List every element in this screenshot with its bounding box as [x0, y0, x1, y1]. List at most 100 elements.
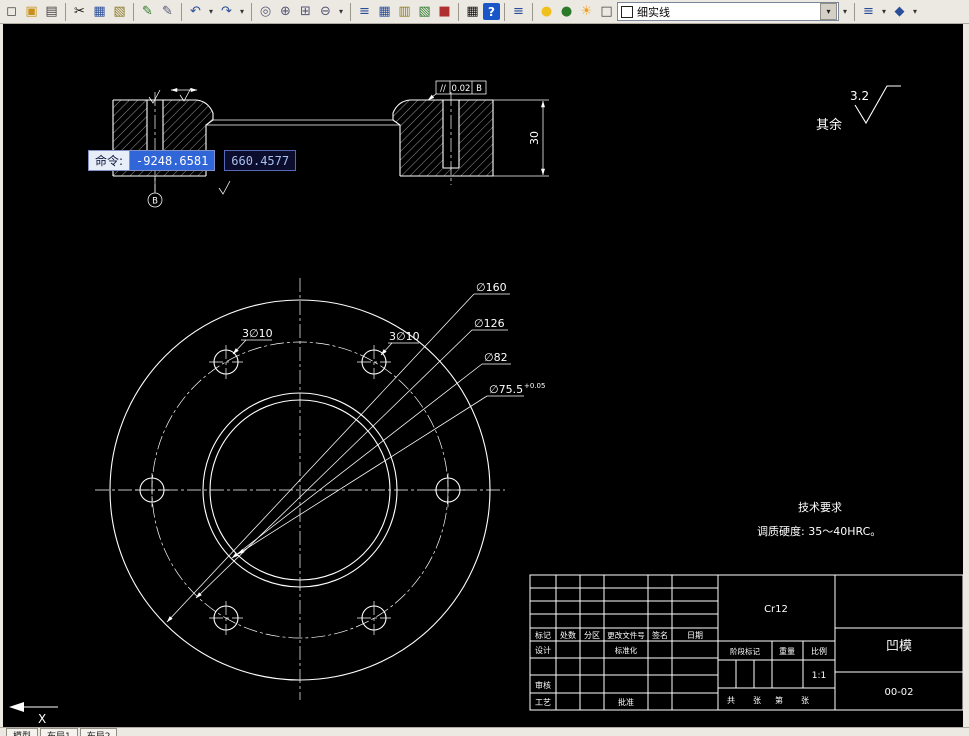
redo-icon[interactable]: ↷: [217, 2, 236, 21]
tech-requirements: 技术要求 调质硬度: 35～40HRC。: [757, 501, 881, 538]
layer-states-icon[interactable]: ≡: [859, 2, 878, 21]
zoom-window-icon[interactable]: ⊞: [296, 2, 315, 21]
open-file-icon[interactable]: ▣: [22, 2, 41, 21]
tb-rev-count: 处数: [560, 630, 576, 640]
dim-d126: ∅126: [474, 317, 505, 330]
tech-req-title: 技术要求: [798, 501, 842, 514]
toolbar-separator: [350, 2, 351, 21]
dynamic-input-tooltip: 命令: -9248.6581 660.4577: [88, 150, 297, 171]
tb-part-name: 凹模: [886, 639, 912, 654]
tolerance-value: 0.02: [452, 84, 471, 94]
match-properties-icon[interactable]: ✎: [138, 2, 157, 21]
zoom-previous-icon[interactable]: ⊖: [316, 2, 335, 21]
undo-caret-icon[interactable]: ▾: [206, 2, 216, 21]
dim-d82: ∅82: [484, 351, 508, 364]
tb-rev-mark: 标记: [535, 630, 551, 640]
layout-tabs: 模型 布局1 布局2: [0, 727, 969, 736]
toolbar-separator: [251, 2, 252, 21]
datum-label: B: [152, 197, 158, 207]
linetype-dropdown-caret-icon[interactable]: ▾: [820, 3, 837, 20]
tb-weight: 重量: [779, 646, 795, 656]
tab-layout1[interactable]: 布局1: [40, 728, 78, 736]
drawing-canvas[interactable]: B // 0.02 B 30 ∅160 ∅126 ∅82 ∅75.5 +0.05…: [3, 24, 963, 727]
command-x-input[interactable]: -9248.6581: [130, 150, 216, 171]
layers-icon[interactable]: ≡: [355, 2, 374, 21]
drawing-svg: B // 0.02 B 30 ∅160 ∅126 ∅82 ∅75.5 +0.05…: [9, 80, 963, 726]
new-file-icon[interactable]: ◻: [2, 2, 21, 21]
section-view: B // 0.02 B 30: [112, 80, 549, 208]
publish-caret-icon[interactable]: ▾: [910, 2, 920, 21]
surface-finish-rest: 其余: [816, 117, 842, 133]
tb-process: 工艺: [535, 698, 551, 707]
zoom-caret-icon[interactable]: ▾: [336, 2, 346, 21]
toolbox-icon[interactable]: ■: [435, 2, 454, 21]
thickness-dimension: 30: [493, 99, 549, 177]
dim-holes-right: 3∅10: [389, 330, 420, 343]
publish-icon[interactable]: ◆: [890, 2, 909, 21]
thickness-label: 30: [528, 131, 541, 145]
hole-callouts: 3∅10 3∅10: [232, 327, 420, 356]
tab-model[interactable]: 模型: [6, 728, 39, 736]
table-icon[interactable]: ▦: [463, 2, 482, 21]
layer-color-icon[interactable]: □: [597, 2, 616, 21]
tb-rev-date: 日期: [687, 631, 703, 640]
undo-icon[interactable]: ↶: [186, 2, 205, 21]
tb-rev-sign: 签名: [652, 630, 668, 640]
linetype-combo[interactable]: 细实线 ▾: [617, 2, 839, 21]
paste-icon[interactable]: ▧: [110, 2, 129, 21]
toolbar-separator: [504, 2, 505, 21]
layer-states-caret-icon[interactable]: ▾: [879, 2, 889, 21]
tb-sheet-total-label: 共: [727, 696, 735, 705]
plot-icon[interactable]: ▤: [42, 2, 61, 21]
properties-icon[interactable]: ▥: [395, 2, 414, 21]
tech-req-line1: 调质硬度: 35～40HRC。: [757, 524, 881, 538]
plan-view: ∅160 ∅126 ∅82 ∅75.5 +0.05 3∅10 3∅10: [95, 278, 545, 700]
tb-material: Cr12: [764, 604, 788, 615]
command-y-input[interactable]: 660.4577: [224, 150, 297, 171]
tb-sheet-no-label: 第: [775, 695, 783, 705]
linetype-swatch-icon: [621, 5, 633, 18]
dim-d755: ∅75.5: [489, 383, 523, 396]
cut-icon[interactable]: ✂: [70, 2, 89, 21]
tb-rev-zone: 分区: [584, 631, 600, 640]
diameter-leaders: ∅160 ∅126 ∅82 ∅75.5 +0.05: [166, 281, 545, 623]
layer-on-bulb-icon[interactable]: ●: [537, 2, 556, 21]
tb-sheet-unit2: 张: [801, 696, 809, 705]
tb-rev-doc: 更改文件号: [607, 630, 645, 640]
toolbar-separator: [65, 2, 66, 21]
tb-scale: 比例: [811, 646, 827, 656]
surface-finish-note: 3.2 其余: [816, 85, 901, 133]
layer-thaw-icon[interactable]: ●: [557, 2, 576, 21]
dim-d160: ∅160: [476, 281, 507, 294]
surface-finish-value: 3.2: [850, 89, 869, 103]
redo-caret-icon[interactable]: ▾: [237, 2, 247, 21]
layer-properties-icon[interactable]: ▦: [375, 2, 394, 21]
tb-stage: 阶段标记: [730, 646, 760, 656]
pan-icon[interactable]: ◎: [256, 2, 275, 21]
design-center-icon[interactable]: ▧: [415, 2, 434, 21]
tb-scale-value: 1:1: [812, 671, 826, 681]
tab-layout2[interactable]: 布局2: [79, 728, 118, 736]
dim-d755-tolerance: +0.05: [524, 382, 545, 390]
linetype-value: 细实线: [637, 5, 670, 19]
tb-approve: 批准: [618, 697, 634, 707]
tolerance-frame: // 0.02 B: [427, 80, 487, 101]
tb-design: 设计: [535, 645, 551, 655]
layer-sun-icon[interactable]: ☀: [577, 2, 596, 21]
toolbar-separator: [854, 2, 855, 21]
pencil-icon[interactable]: ✎: [158, 2, 177, 21]
tb-check: 审核: [535, 680, 551, 690]
combo-caret-icon[interactable]: ▾: [840, 2, 850, 21]
ucs-x-label: X: [38, 712, 46, 726]
title-block: 标记 处数 分区 更改文件号 签名 日期 设计 标准化 审核 工艺 批准 阶段标…: [529, 574, 963, 711]
layer-panel-icon[interactable]: ≡: [509, 2, 528, 21]
copy-icon[interactable]: ▦: [90, 2, 109, 21]
zoom-realtime-icon[interactable]: ⊕: [276, 2, 295, 21]
tb-standardization: 标准化: [615, 645, 638, 655]
toolbar-separator: [181, 2, 182, 21]
toolbar-separator: [458, 2, 459, 21]
help-icon[interactable]: ?: [483, 3, 500, 20]
ucs-icon: X: [9, 702, 58, 726]
toolbar-separator: [532, 2, 533, 21]
toolbar: ◻ ▣ ▤ ✂ ▦ ▧ ✎ ✎ ↶ ▾ ↷ ▾ ◎ ⊕ ⊞ ⊖ ▾ ≡ ▦ ▥ …: [0, 0, 969, 24]
